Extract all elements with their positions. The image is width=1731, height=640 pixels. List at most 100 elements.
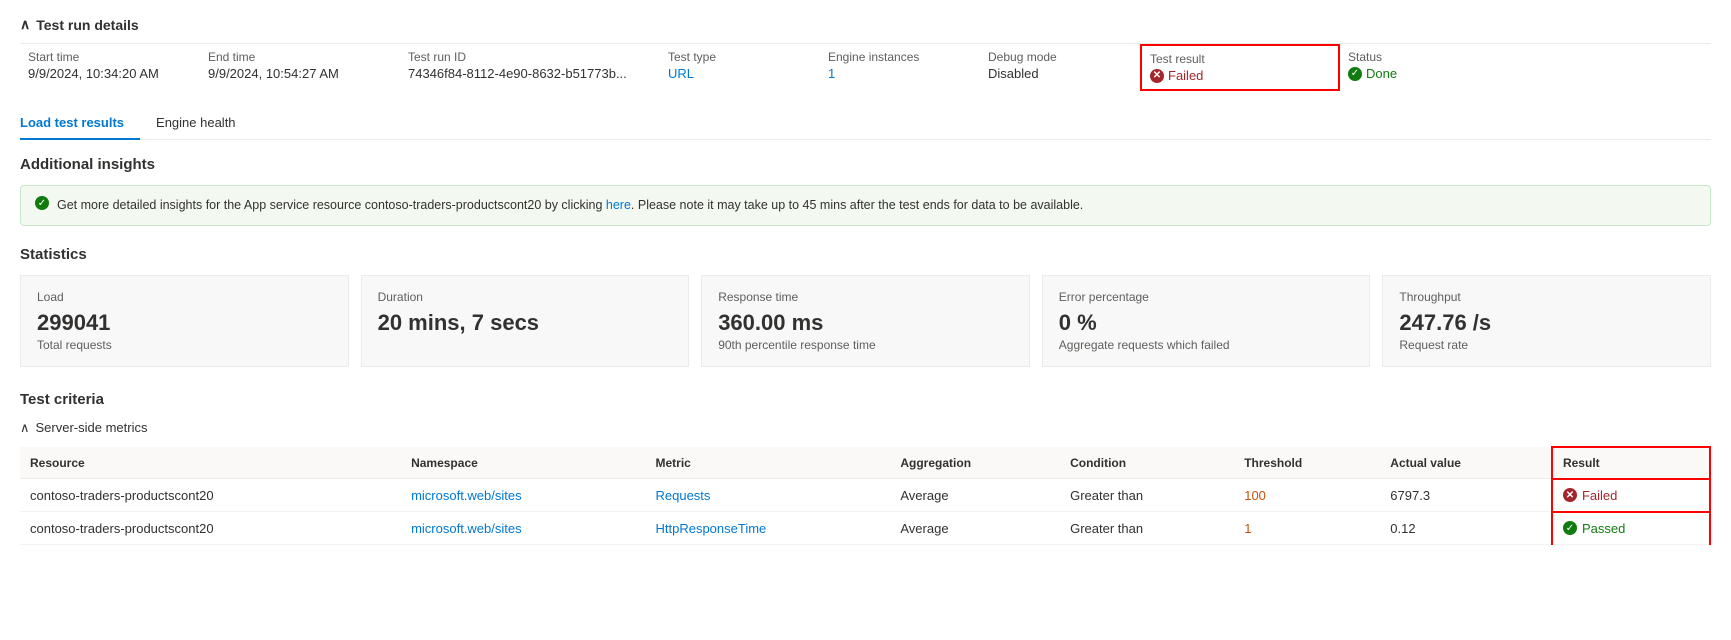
test-type-value[interactable]: URL <box>668 66 812 81</box>
stat-duration-label: Duration <box>378 290 673 304</box>
failed-icon: ✕ <box>1150 69 1164 83</box>
criteria-header-row: Resource Namespace Metric Aggregation Co… <box>20 447 1710 479</box>
debug-mode-label: Debug mode <box>988 50 1132 64</box>
test-run-id-col: Test run ID 74346f84-8112-4e90-8632-b517… <box>400 44 660 91</box>
start-time-value: 9/9/2024, 10:34:20 AM <box>28 66 192 81</box>
row1-actual: 6797.3 <box>1380 479 1552 512</box>
th-metric: Metric <box>645 447 890 479</box>
stat-response-sub: 90th percentile response time <box>718 338 1013 352</box>
row1-aggregation: Average <box>890 479 1060 512</box>
page-container: ∧ Test run details Start time 9/9/2024, … <box>0 0 1731 577</box>
row2-namespace: microsoft.web/sites <box>401 512 645 545</box>
failed-label: Failed <box>1168 68 1203 83</box>
test-result-value: ✕ Failed <box>1150 68 1330 83</box>
criteria-table-head: Resource Namespace Metric Aggregation Co… <box>20 447 1710 479</box>
row2-aggregation: Average <box>890 512 1060 545</box>
debug-mode-col: Debug mode Disabled <box>980 44 1140 91</box>
status-value: ✓ Done <box>1348 66 1472 81</box>
row2-result: ✓ Passed <box>1552 512 1710 545</box>
stat-card-response: Response time 360.00 ms 90th percentile … <box>701 275 1030 367</box>
stat-throughput-label: Throughput <box>1399 290 1694 304</box>
done-label: Done <box>1366 66 1397 81</box>
row1-threshold-value: 100 <box>1244 488 1266 503</box>
row2-result-passed: ✓ Passed <box>1563 521 1699 536</box>
statistics-section: Statistics Load 299041 Total requests Du… <box>20 246 1711 367</box>
insights-banner: ✓ Get more detailed insights for the App… <box>20 185 1711 226</box>
stats-grid: Load 299041 Total requests Duration 20 m… <box>20 275 1711 367</box>
test-run-id-label: Test run ID <box>408 50 652 64</box>
stat-card-throughput: Throughput 247.76 /s Request rate <box>1382 275 1711 367</box>
row2-metric-link[interactable]: HttpResponseTime <box>655 521 766 536</box>
test-run-grid: Start time 9/9/2024, 10:34:20 AM End tim… <box>20 43 1711 91</box>
test-result-col: Test result ✕ Failed <box>1140 44 1340 91</box>
row1-result-label: Failed <box>1582 488 1617 503</box>
test-type-label: Test type <box>668 50 812 64</box>
insights-check-icon: ✓ <box>35 196 49 210</box>
row2-resource: contoso-traders-productscont20 <box>20 512 401 545</box>
start-time-col: Start time 9/9/2024, 10:34:20 AM <box>20 44 200 91</box>
criteria-table-body: contoso-traders-productscont20 microsoft… <box>20 479 1710 545</box>
failed-status: ✕ Failed <box>1150 68 1330 83</box>
row2-pass-icon: ✓ <box>1563 521 1577 535</box>
row2-namespace-link[interactable]: microsoft.web/sites <box>411 521 522 536</box>
stat-error-sub: Aggregate requests which failed <box>1059 338 1354 352</box>
stat-load-value: 299041 <box>37 310 332 336</box>
end-time-label: End time <box>208 50 392 64</box>
stat-throughput-sub: Request rate <box>1399 338 1694 352</box>
statistics-title: Statistics <box>20 246 1711 263</box>
debug-mode-value: Disabled <box>988 66 1132 81</box>
start-time-label: Start time <box>28 50 192 64</box>
engine-instances-value[interactable]: 1 <box>828 66 972 81</box>
insights-title: Additional insights <box>20 156 1711 173</box>
insights-suffix: . Please note it may take up to 45 mins … <box>631 198 1083 212</box>
server-side-metrics-header[interactable]: ∧ Server-side metrics <box>20 420 1711 436</box>
stat-duration-value: 20 mins, 7 secs <box>378 310 673 336</box>
th-namespace: Namespace <box>401 447 645 479</box>
stat-card-error: Error percentage 0 % Aggregate requests … <box>1042 275 1371 367</box>
test-run-title[interactable]: ∧ Test run details <box>20 16 1711 33</box>
table-row: contoso-traders-productscont20 microsoft… <box>20 479 1710 512</box>
row1-threshold: 100 <box>1234 479 1380 512</box>
tab-engine-health[interactable]: Engine health <box>140 107 252 140</box>
stat-error-label: Error percentage <box>1059 290 1354 304</box>
row1-metric: Requests <box>645 479 890 512</box>
row1-metric-link[interactable]: Requests <box>655 488 710 503</box>
status-col: Status ✓ Done <box>1340 44 1480 91</box>
done-icon: ✓ <box>1348 67 1362 81</box>
chevron-icon: ∧ <box>20 16 30 33</box>
stat-response-value: 360.00 ms <box>718 310 1013 336</box>
tabs: Load test results Engine health <box>20 107 1711 140</box>
end-time-value: 9/9/2024, 10:54:27 AM <box>208 66 392 81</box>
row2-actual: 0.12 <box>1380 512 1552 545</box>
engine-instances-col: Engine instances 1 <box>820 44 980 91</box>
row1-condition: Greater than <box>1060 479 1234 512</box>
stat-card-duration: Duration 20 mins, 7 secs <box>361 275 690 367</box>
row2-metric: HttpResponseTime <box>645 512 890 545</box>
th-condition: Condition <box>1060 447 1234 479</box>
test-run-id-value: 74346f84-8112-4e90-8632-b51773b... <box>408 66 652 81</box>
th-actual-value: Actual value <box>1380 447 1552 479</box>
test-type-col: Test type URL <box>660 44 820 91</box>
th-resource: Resource <box>20 447 401 479</box>
row1-namespace-link[interactable]: microsoft.web/sites <box>411 488 522 503</box>
row2-threshold: 1 <box>1234 512 1380 545</box>
stat-load-sub: Total requests <box>37 338 332 352</box>
row2-condition: Greater than <box>1060 512 1234 545</box>
tab-load-test-results[interactable]: Load test results <box>20 107 140 140</box>
stat-throughput-value: 247.76 /s <box>1399 310 1694 336</box>
insights-here-link[interactable]: here <box>606 198 631 212</box>
th-aggregation: Aggregation <box>890 447 1060 479</box>
test-criteria-section: Test criteria ∧ Server-side metrics Reso… <box>20 391 1711 545</box>
row1-namespace: microsoft.web/sites <box>401 479 645 512</box>
stat-error-value: 0 % <box>1059 310 1354 336</box>
done-status: ✓ Done <box>1348 66 1472 81</box>
row1-fail-icon: ✕ <box>1563 488 1577 502</box>
test-run-header: ∧ Test run details Start time 9/9/2024, … <box>20 16 1711 91</box>
table-row: contoso-traders-productscont20 microsoft… <box>20 512 1710 545</box>
test-result-label: Test result <box>1150 52 1330 66</box>
insights-prefix: Get more detailed insights for the App s… <box>57 198 606 212</box>
row1-result: ✕ Failed <box>1552 479 1710 512</box>
test-criteria-title: Test criteria <box>20 391 1711 408</box>
stat-card-load: Load 299041 Total requests <box>20 275 349 367</box>
row2-result-label: Passed <box>1582 521 1625 536</box>
